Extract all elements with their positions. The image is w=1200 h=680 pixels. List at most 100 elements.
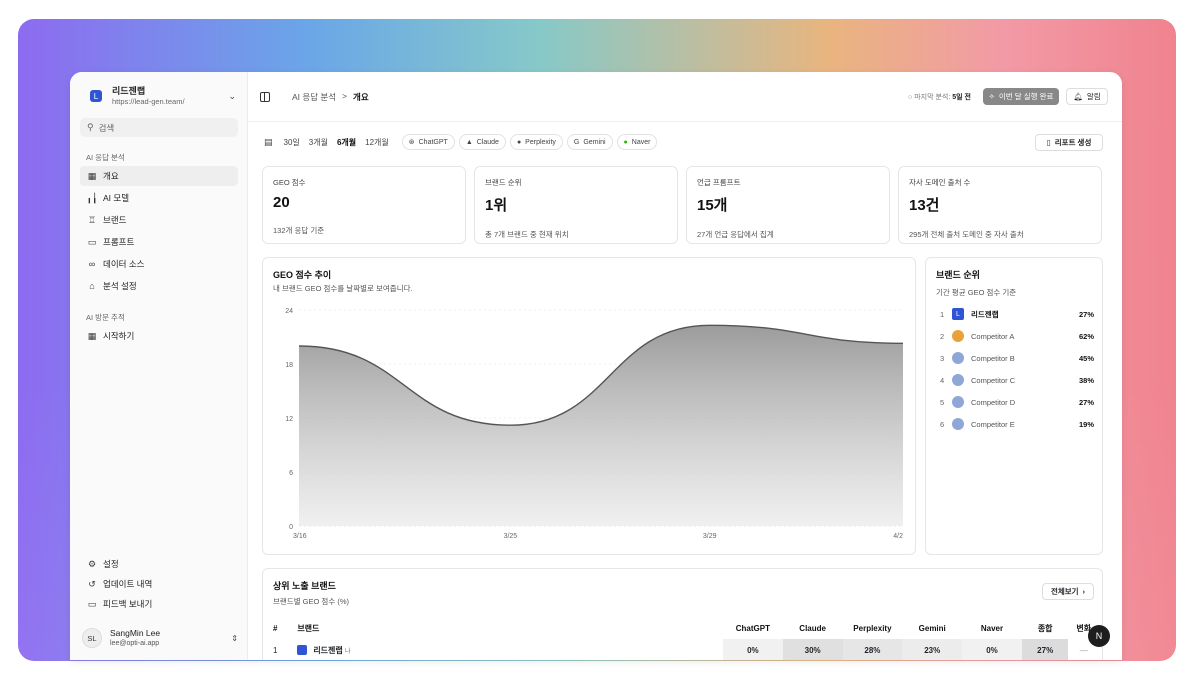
kpi-value: 20 — [273, 194, 290, 211]
kpi-label: 브랜드 순위 — [485, 178, 522, 187]
row-total: 27% — [1021, 639, 1069, 660]
bell-icon: 🔔︎ — [1073, 92, 1083, 101]
view-all-label: 전체보기 — [1050, 587, 1079, 596]
period-6m[interactable]: 6개월 — [334, 135, 359, 150]
ranking-title: 브랜드 순위 — [936, 270, 980, 280]
sidebar-item-feedback[interactable]: ▭ 피드백 보내기 — [80, 594, 238, 614]
ranking-brand-name: Competitor A — [971, 331, 1015, 341]
col-gemini: Gemini — [918, 623, 946, 633]
period-3m[interactable]: 3개월 — [306, 135, 331, 150]
user-menu[interactable]: SL SangMin Lee lee@opti-ai.app ⇕ — [82, 624, 238, 652]
grid-icon: ▦ — [87, 330, 97, 341]
sidebar-item-brand[interactable]: ♖ 브랜드 — [80, 210, 238, 230]
sidebar-item-data-source[interactable]: ∞ 데이터 소스 — [80, 254, 238, 274]
y-tick-label: 12 — [285, 416, 293, 423]
model-chip-naver[interactable]: ● Naver — [616, 134, 658, 150]
breadcrumb-separator: > — [342, 91, 348, 101]
main-content: ▤ 30일 3개월 6개월 12개월 ⊛ ChatGPT ▲ Claude ● Per… — [248, 122, 1122, 660]
link-icon: ∞ — [88, 259, 96, 269]
last-analysis: ○ 마지막 분석: 5일 전 — [908, 92, 971, 102]
sidebar-item-overview[interactable]: ▦ 개요 — [80, 166, 238, 186]
workspace-logo: L — [90, 90, 102, 102]
breadcrumb-parent[interactable]: AI 응답 분석 — [292, 91, 336, 103]
ranking-brand-name: 리드젠랩 — [971, 309, 999, 319]
model-chip-gemini[interactable]: G Gemini — [566, 134, 613, 150]
table-header-row: # 브랜드 ChatGPT Claude Perplexity Gemini N… — [273, 617, 1099, 639]
last-analysis-value: 5일 전 — [952, 94, 971, 101]
ranking-row[interactable]: 5 Competitor D 27% — [940, 395, 1094, 409]
alert-button[interactable]: 🔔︎ 알림 — [1066, 88, 1108, 105]
model-chip-chatgpt[interactable]: ⊛ ChatGPT — [401, 134, 455, 150]
col-chatgpt: ChatGPT — [735, 623, 770, 633]
filter-bar: ▤ 30일 3개월 6개월 12개월 ⊛ ChatGPT ▲ Claude ● Per… — [264, 134, 658, 150]
chevron-down-icon: ⌄ — [228, 90, 236, 101]
globe-icon — [952, 330, 964, 342]
sidebar-item-label: 데이터 소스 — [103, 259, 145, 269]
sidebar-item-prompt[interactable]: ▭ 프롬프트 — [80, 232, 238, 252]
ranking-value: 27% — [1078, 309, 1094, 319]
table-row[interactable]: 1 리드젠랩 나 0% 30% 28% 23% 0% 27% — — [273, 639, 1099, 660]
col-claude: Claude — [799, 623, 826, 633]
search-input[interactable]: ⚲ 검색 — [80, 118, 238, 137]
chip-label: ChatGPT — [418, 138, 448, 146]
sidebar-item-get-started[interactable]: ▦ 시작하기 — [80, 326, 238, 346]
series-area — [299, 325, 903, 526]
ranking-rank: 3 — [940, 353, 945, 363]
ranking-subtitle: 기간 평균 GEO 점수 기준 — [936, 288, 1017, 297]
ranking-brand-name: Competitor C — [971, 375, 1016, 385]
ranking-row[interactable]: 6 Competitor E 19% — [940, 417, 1094, 431]
y-tick-label: 0 — [289, 524, 293, 531]
period-30d[interactable]: 30일 — [281, 135, 303, 150]
kpi-label: 자사 도메인 출처 수 — [909, 178, 971, 187]
y-tick-label: 24 — [285, 308, 293, 315]
kpi-sub: 총 7개 브랜드 중 현재 위치 — [485, 230, 569, 239]
ranking-row[interactable]: 1 L 리드젠랩 27% — [940, 307, 1094, 321]
model-chip-perplexity[interactable]: ● Perplexity — [509, 134, 563, 150]
sidebar-item-label: 설정 — [103, 559, 119, 569]
report-button-label: 리포트 생성 — [1054, 138, 1092, 147]
kpi-value: 1위 — [485, 197, 508, 214]
help-fab-button[interactable]: N — [1088, 625, 1110, 647]
search-icon: ⚲ — [87, 122, 94, 132]
period-12m[interactable]: 12개월 — [362, 135, 392, 150]
top-brands-card: 상위 노출 브랜드 브랜드별 GEO 점수 (%) 전체보기 › # 브랜드 Ch… — [262, 568, 1103, 660]
workspace-switcher[interactable]: L 리드젠랩 https://lead-gen.team/ ⌄ — [84, 84, 236, 108]
ranking-row[interactable]: 2 Competitor A 62% — [940, 329, 1094, 343]
chip-label: Perplexity — [525, 138, 556, 146]
kpi-label: GEO 점수 — [273, 178, 306, 187]
breadcrumb: AI 응답 분석 > 개요 — [292, 91, 369, 103]
col-naver: Naver — [980, 623, 1004, 633]
sidebar-item-ai-model[interactable]: ╻╽ AI 모델 — [80, 188, 238, 208]
row-rank: 1 — [273, 645, 278, 655]
grid-icon: ▦ — [87, 170, 97, 181]
user-email: lee@opti-ai.app — [110, 640, 160, 647]
sidebar-item-analysis-settings[interactable]: ⌂ 분석 설정 — [80, 276, 238, 296]
sidebar-toggle-icon[interactable] — [260, 92, 270, 102]
sidebar: L 리드젠랩 https://lead-gen.team/ ⌄ ⚲ 검색 AI … — [70, 72, 248, 660]
globe-icon — [952, 352, 964, 364]
row-claude: 30% — [782, 639, 843, 660]
run-complete-button[interactable]: ✧ 이번 달 실행 완료 — [983, 88, 1059, 105]
trophy-icon: ♖ — [87, 214, 97, 225]
kpi-sub: 295개 전체 출처 도메인 중 자사 출처 — [909, 230, 1024, 239]
sidebar-item-updates[interactable]: ↺ 업데이트 내역 — [80, 574, 238, 594]
search-placeholder: 검색 — [98, 122, 115, 133]
kpi-sub: 132개 응답 기준 — [273, 226, 325, 235]
sidebar-item-settings[interactable]: ⚙ 설정 — [80, 554, 238, 574]
message-icon: ▭ — [87, 236, 97, 247]
settings-icon: ⌂ — [89, 281, 95, 291]
kpi-value: 15개 — [697, 197, 728, 214]
sidebar-item-label: AI 모델 — [103, 193, 130, 203]
sidebar-item-label: 프롬프트 — [103, 237, 135, 247]
ranking-row[interactable]: 3 Competitor B 45% — [940, 351, 1094, 365]
report-button[interactable]: ▯ 리포트 생성 — [1035, 134, 1103, 151]
ranking-rank: 6 — [940, 419, 945, 429]
ranking-row[interactable]: 4 Competitor C 38% — [940, 373, 1094, 387]
view-all-button[interactable]: 전체보기 › — [1042, 583, 1094, 600]
ranking-value: 19% — [1078, 419, 1094, 429]
kpi-card-brand-rank: 브랜드 순위 1위 총 7개 브랜드 중 현재 위치 — [474, 166, 678, 244]
model-chip-claude[interactable]: ▲ Claude — [458, 134, 506, 150]
ranking-rank: 2 — [940, 331, 945, 341]
chip-label: Gemini — [583, 138, 606, 146]
ranking-brand-name: Competitor D — [971, 397, 1016, 407]
